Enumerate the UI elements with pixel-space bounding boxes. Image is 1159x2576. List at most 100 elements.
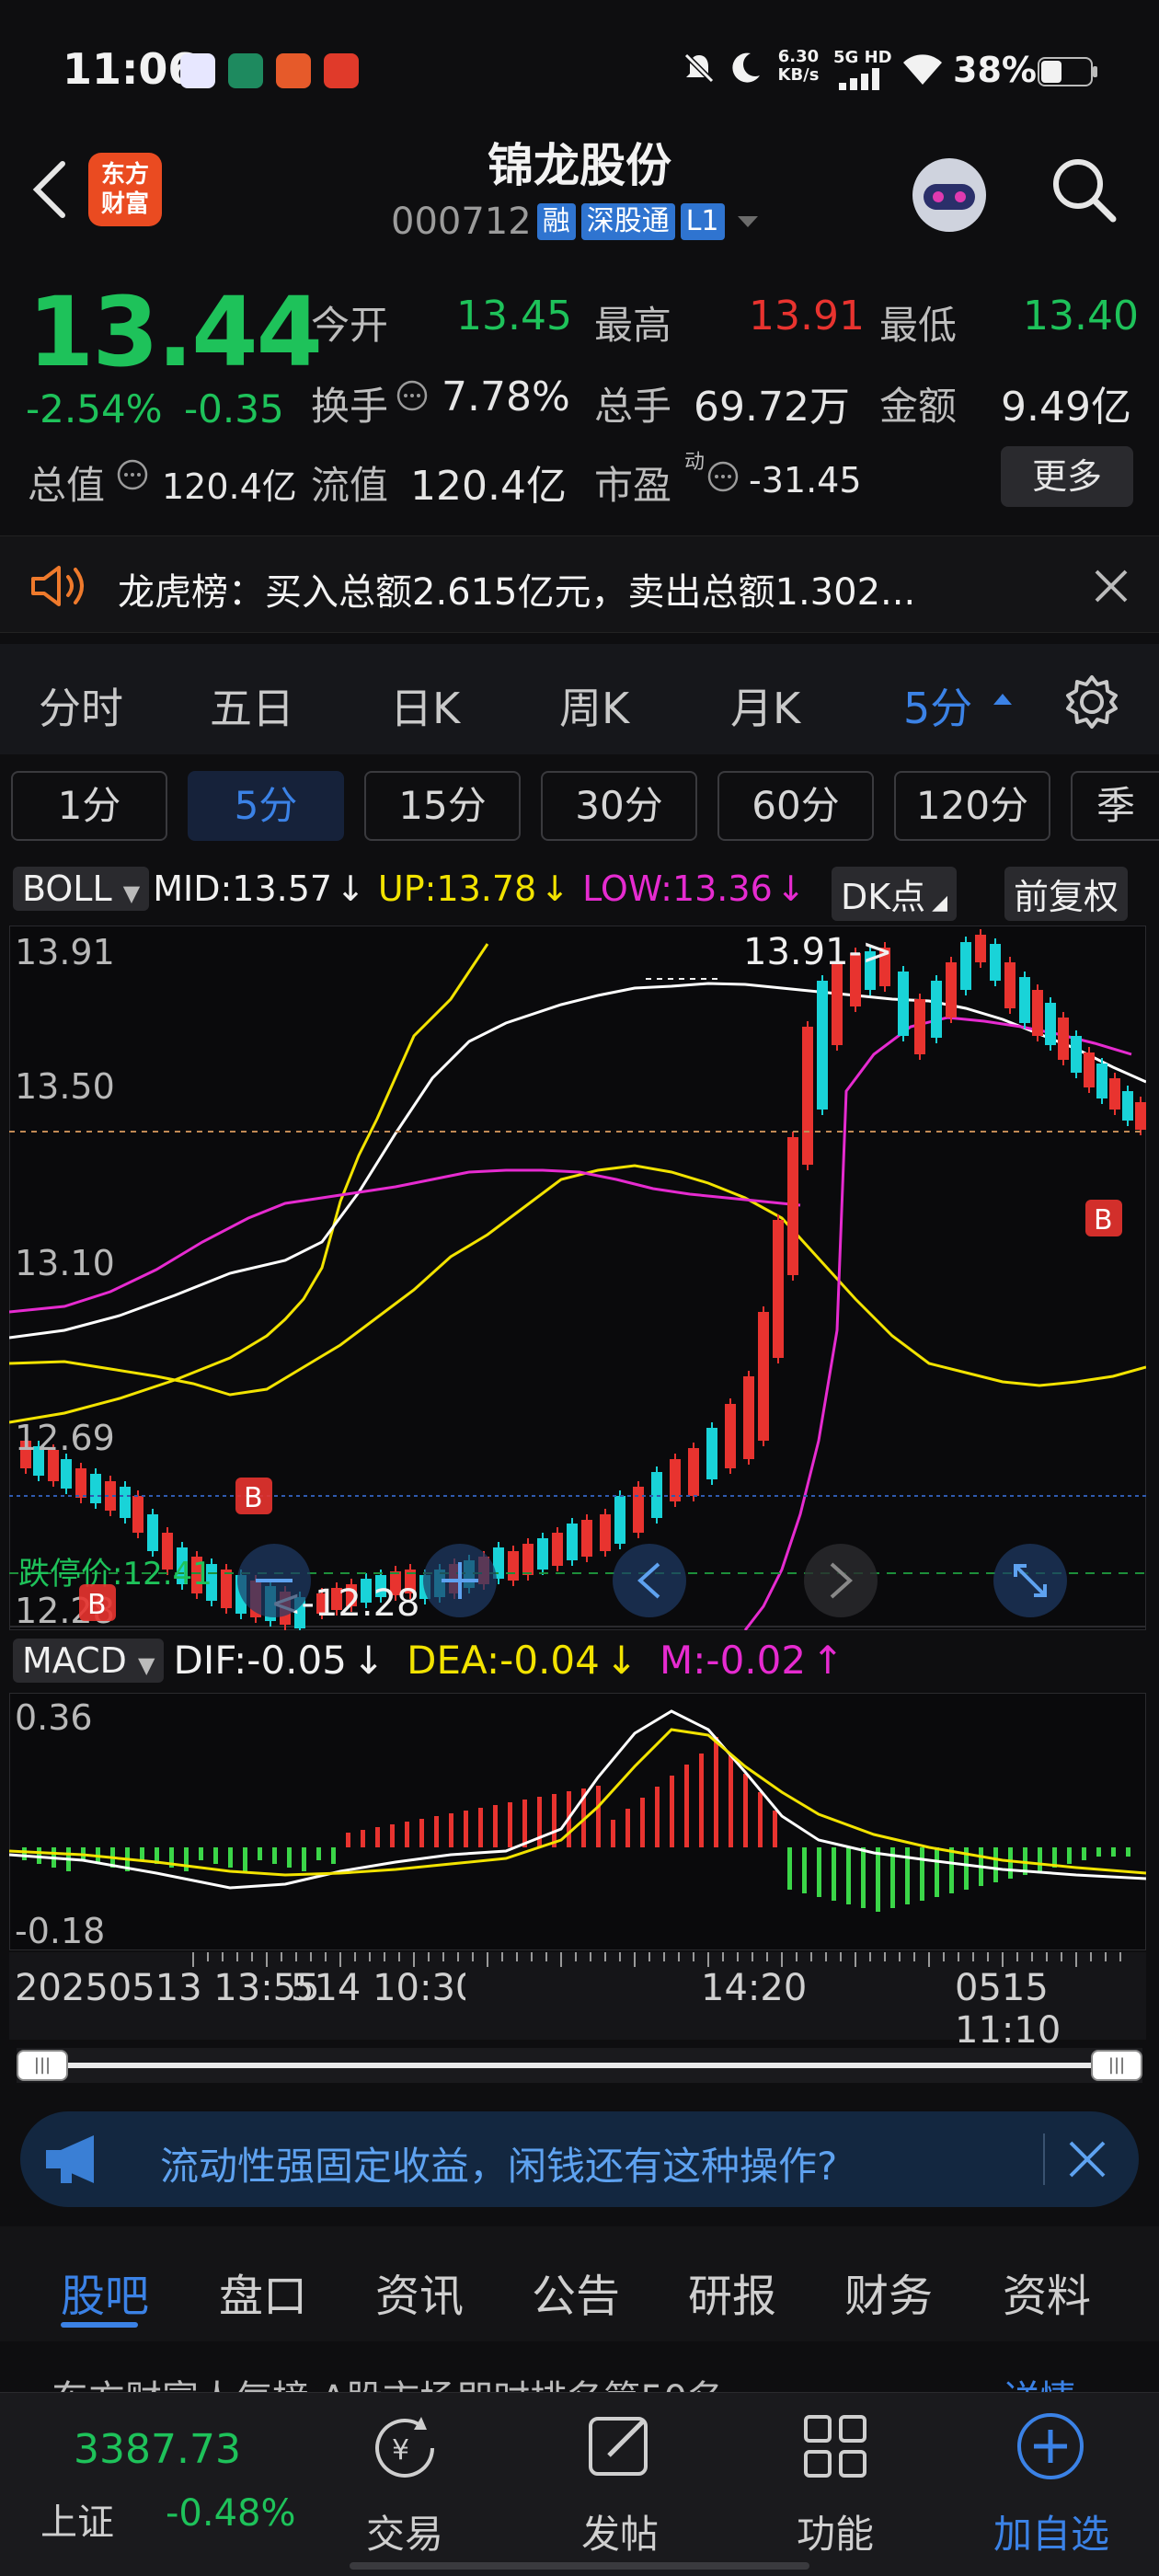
- candle-body: [743, 1376, 754, 1459]
- gear-icon[interactable]: [1061, 672, 1122, 732]
- tab-guba[interactable]: 股吧: [61, 2260, 149, 2324]
- kline-chart[interactable]: 13.91 13.50 13.10 12.69 12.28 跌停价:12.41 …: [9, 926, 1146, 1630]
- candle-body: [975, 935, 986, 962]
- scroll-left-button[interactable]: [613, 1544, 686, 1617]
- macd-bar: [729, 1755, 733, 1847]
- candle-body: [508, 1551, 519, 1581]
- tab-monthly-k[interactable]: 月K: [730, 675, 800, 736]
- stock-code-row[interactable]: 000712 融 深股通 L1: [391, 201, 762, 243]
- candle-body: [221, 1570, 232, 1608]
- buy-marker[interactable]: B: [235, 1478, 272, 1514]
- macd-bar: [684, 1765, 689, 1847]
- macd-bar: [228, 1847, 233, 1868]
- macd-chart[interactable]: 0.36 -0.18: [9, 1693, 1146, 1950]
- tab-announcements[interactable]: 公告: [532, 2260, 620, 2324]
- macd-selector[interactable]: MACD ▼: [13, 1638, 165, 1683]
- macd-bar: [1082, 1847, 1086, 1860]
- tab-news[interactable]: 资讯: [375, 2260, 464, 2324]
- search-icon[interactable]: [1047, 153, 1120, 226]
- range-handle-right[interactable]: |||: [1091, 2050, 1142, 2081]
- macd-bar: [1038, 1847, 1042, 1871]
- zoom-out-button[interactable]: [237, 1544, 311, 1617]
- macd-bar: [346, 1833, 350, 1847]
- robot-assistant-icon[interactable]: [903, 147, 995, 239]
- macd-bar: [316, 1847, 321, 1860]
- adjust-button[interactable]: 前复权: [1004, 867, 1129, 921]
- tab-post[interactable]: 发帖: [572, 2503, 668, 2559]
- tab-add-watchlist[interactable]: 加自选: [992, 2503, 1111, 2559]
- info-icon[interactable]: [396, 379, 429, 412]
- info-icon[interactable]: [706, 460, 740, 493]
- candle-body: [1004, 962, 1016, 1008]
- tab-profile[interactable]: 资料: [1003, 2260, 1091, 2324]
- fullscreen-button[interactable]: [993, 1544, 1067, 1617]
- candle-body: [832, 962, 843, 1045]
- pe-value: -31.45: [749, 460, 862, 500]
- bottom-tab-bar: 3387.73 上证 -0.48% ¥ 交易 发帖 功能 加自选: [0, 2392, 1159, 2576]
- boll-selector[interactable]: BOLL ▼: [13, 867, 150, 911]
- change-percent: -2.54%: [26, 386, 163, 431]
- buy-marker[interactable]: B: [1085, 1200, 1122, 1236]
- chip-quarter[interactable]: 季: [1071, 771, 1159, 841]
- macd-bar: [670, 1776, 674, 1847]
- range-slider[interactable]: ||| |||: [17, 2048, 1142, 2083]
- ad-banner[interactable]: 流动性强固定收益，闲钱还有这种操作?: [20, 2111, 1139, 2207]
- chip-1min[interactable]: 1分: [11, 771, 167, 841]
- dk-point-button[interactable]: DK点 ◢: [832, 867, 958, 921]
- dragon-tiger-notice[interactable]: 龙虎榜：买入总额2.615亿元，卖出总额1.302...: [0, 535, 1159, 633]
- buy-marker[interactable]: B: [79, 1584, 116, 1621]
- popularity-teaser[interactable]: 东方财富人气榜 A股市场即时排名第50名 详情: [0, 2341, 1159, 2392]
- chip-5min[interactable]: 5分: [188, 771, 344, 841]
- candle-body: [1122, 1091, 1133, 1121]
- macd-bar: [140, 1847, 144, 1860]
- tab-functions[interactable]: 功能: [787, 2503, 883, 2559]
- candle-body: [802, 1027, 813, 1165]
- macd-bar: [743, 1774, 748, 1847]
- macd-bar: [419, 1819, 424, 1847]
- svg-text:¥: ¥: [392, 2434, 409, 2467]
- candle-body: [773, 1220, 784, 1358]
- time-label: 0515 11:10: [955, 1967, 1061, 2052]
- range-handle-left[interactable]: |||: [17, 2050, 68, 2081]
- tab-orderbook[interactable]: 盘口: [219, 2260, 307, 2324]
- more-button[interactable]: 更多: [1001, 446, 1133, 507]
- scroll-right-button[interactable]: [804, 1544, 878, 1617]
- tab-trade[interactable]: 交易: [357, 2503, 453, 2559]
- chip-120min[interactable]: 120分: [894, 771, 1050, 841]
- info-icon[interactable]: [116, 458, 149, 491]
- app-notification-icon: [228, 53, 263, 88]
- mktcap-label: 总值: [28, 463, 106, 508]
- teaser-more[interactable]: 详情: [1003, 2369, 1076, 2392]
- candle-body: [600, 1514, 611, 1551]
- chip-60min[interactable]: 60分: [717, 771, 874, 841]
- tab-weekly-k[interactable]: 周K: [559, 675, 629, 736]
- zoom-in-button[interactable]: [423, 1544, 497, 1617]
- macd-bar: [993, 1847, 998, 1882]
- tab-daily-k[interactable]: 日K: [390, 675, 460, 736]
- tab-five-day[interactable]: 五日: [210, 675, 294, 736]
- mute-icon: [683, 52, 715, 84]
- candle-body: [688, 1448, 699, 1496]
- macd-bar: [478, 1808, 483, 1847]
- moon-icon: [732, 52, 760, 83]
- tab-intraday[interactable]: 分时: [39, 675, 123, 736]
- macd-bar: [1008, 1847, 1013, 1879]
- float-label: 流值: [311, 463, 389, 508]
- close-icon[interactable]: [1091, 566, 1131, 606]
- boll-bar: BOLL ▼ MID:13.57 ↓ UP:13.78 ↓ LOW:13.36 …: [13, 867, 806, 911]
- tab-five-minute[interactable]: 5分: [903, 675, 972, 736]
- chip-15min[interactable]: 15分: [364, 771, 521, 841]
- candle-body: [946, 962, 957, 1018]
- candle-body: [898, 972, 909, 1036]
- tab-financials[interactable]: 财务: [844, 2260, 933, 2324]
- boll-mid: MID:13.57: [153, 868, 333, 909]
- index-widget[interactable]: 3387.73 上证 -0.48%: [0, 2393, 304, 2576]
- price-tick: 13.10: [15, 1243, 115, 1283]
- battery-level: 38%: [953, 50, 1037, 90]
- macd-bar: [876, 1847, 880, 1912]
- chip-30min[interactable]: 30分: [541, 771, 697, 841]
- macd-name: MACD: [22, 1639, 127, 1681]
- close-icon[interactable]: [1063, 2135, 1111, 2183]
- macd-bar: [258, 1847, 262, 1860]
- tab-research[interactable]: 研报: [688, 2260, 776, 2324]
